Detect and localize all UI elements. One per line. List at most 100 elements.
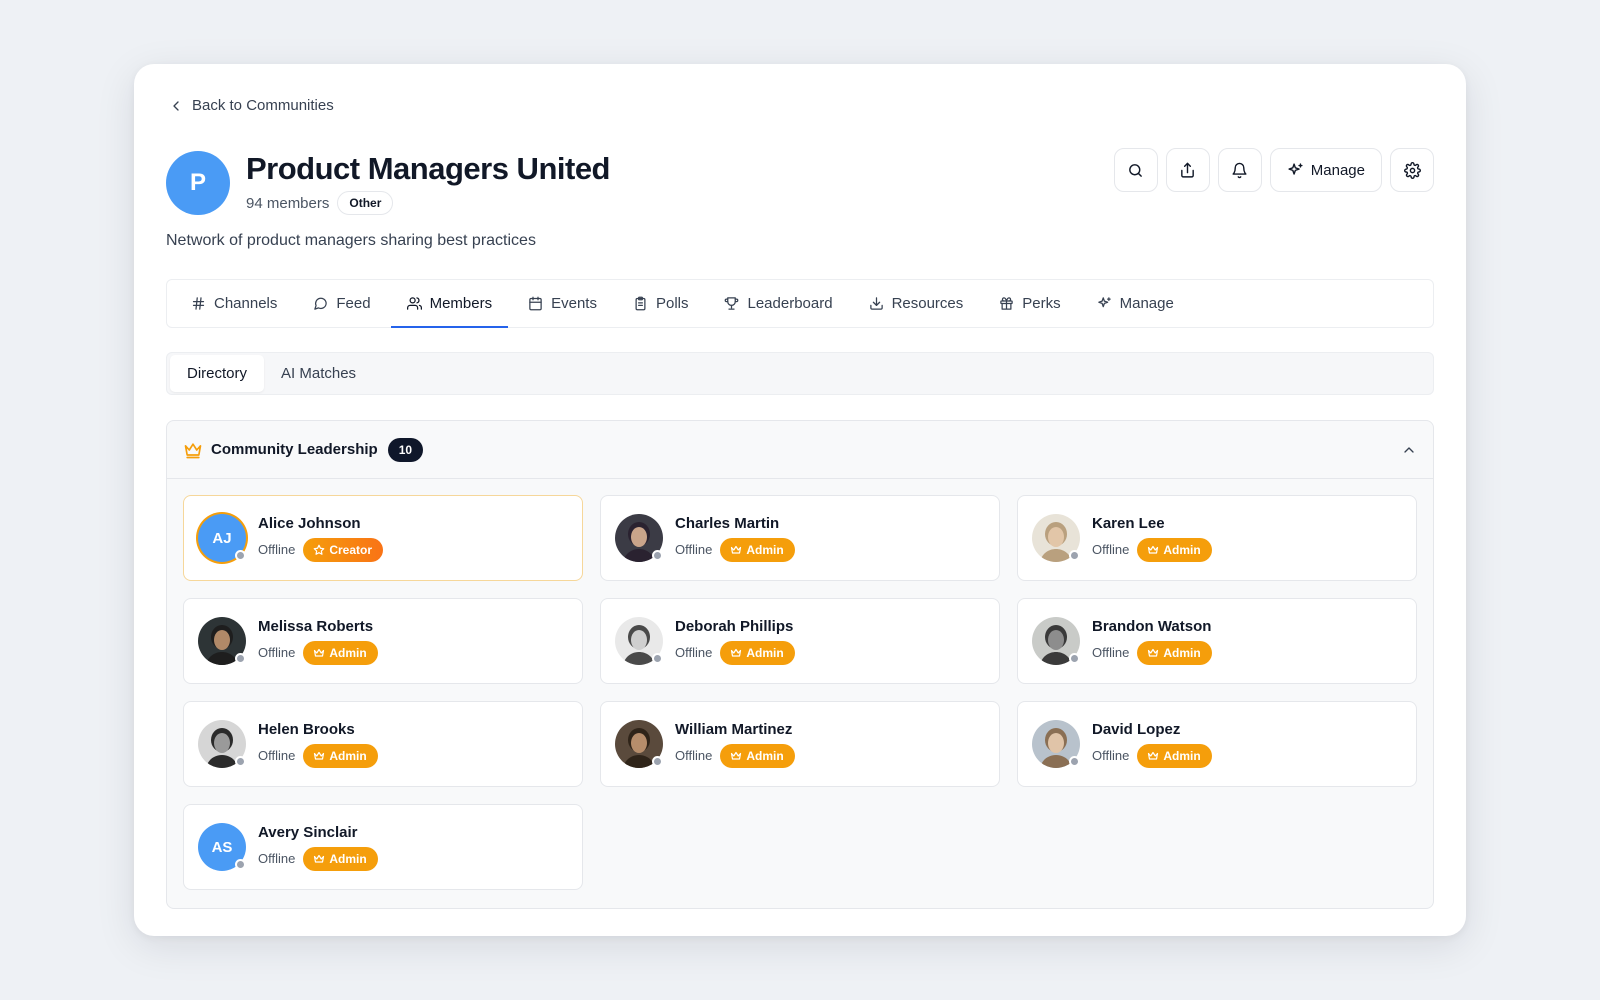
crown-icon	[1147, 750, 1159, 762]
role-label: Admin	[1163, 542, 1201, 557]
role-badge: Admin	[1137, 640, 1212, 665]
hash-icon	[191, 296, 206, 311]
role-badge: Admin	[303, 743, 378, 768]
role-label: Creator	[329, 542, 373, 557]
sparkles-icon	[1097, 296, 1112, 311]
member-name: Helen Brooks	[258, 720, 355, 738]
status-dot	[1069, 756, 1080, 767]
member-card[interactable]: Deborah Phillips Offline Admin	[600, 598, 1000, 684]
tab-manage[interactable]: Manage	[1079, 280, 1192, 327]
tab-perks[interactable]: Perks	[981, 280, 1078, 327]
member-status: Offline	[258, 851, 296, 866]
member-status: Offline	[258, 748, 296, 763]
sparkles-icon	[1287, 162, 1304, 179]
clipboard-icon	[633, 296, 648, 311]
notifications-button[interactable]	[1217, 148, 1262, 192]
member-status: Offline	[1092, 748, 1130, 763]
member-status: Offline	[258, 542, 296, 557]
tab-resources[interactable]: Resources	[851, 280, 982, 327]
tab-feed[interactable]: Feed	[295, 280, 388, 327]
role-badge: Admin	[720, 537, 795, 562]
crown-icon	[313, 750, 325, 762]
category-badge: Other	[337, 191, 394, 215]
role-label: Admin	[1163, 645, 1201, 660]
section-header[interactable]: Community Leadership 10	[167, 421, 1433, 479]
member-card[interactable]: AJ Alice Johnson Offline Creator	[183, 495, 583, 581]
trophy-icon	[724, 296, 739, 311]
header-actions: Manage	[1113, 148, 1434, 192]
tab-polls[interactable]: Polls	[615, 280, 707, 327]
page-title: Product Managers United	[246, 151, 611, 186]
member-card[interactable]: William Martinez Offline Admin	[600, 701, 1000, 787]
tab-leaderboard[interactable]: Leaderboard	[706, 280, 850, 327]
role-badge: Admin	[720, 640, 795, 665]
member-name: Charles Martin	[675, 514, 780, 532]
role-label: Admin	[746, 748, 784, 763]
community-tabs: Channels Feed Members Events Polls Leade…	[166, 279, 1434, 328]
tab-label: Polls	[655, 295, 689, 312]
member-card[interactable]: Karen Lee Offline Admin	[1017, 495, 1417, 581]
member-card[interactable]: Brandon Watson Offline Admin	[1017, 598, 1417, 684]
gift-icon	[999, 296, 1014, 311]
tab-label: Perks	[1022, 295, 1061, 312]
status-dot	[1069, 653, 1080, 664]
role-label: Admin	[329, 645, 367, 660]
tab-label: Channels	[214, 295, 278, 312]
crown-icon	[183, 440, 203, 460]
member-status: Offline	[1092, 645, 1130, 660]
share-icon	[1179, 162, 1196, 179]
member-status: Offline	[1092, 542, 1130, 557]
subtab-directory[interactable]: Directory	[170, 355, 265, 392]
status-dot	[235, 550, 246, 561]
share-button[interactable]	[1165, 148, 1210, 192]
status-dot	[235, 653, 246, 664]
member-status: Offline	[675, 748, 713, 763]
role-badge: Admin	[1137, 537, 1212, 562]
users-icon	[406, 296, 422, 311]
role-label: Admin	[746, 645, 784, 660]
role-badge: Admin	[1137, 743, 1212, 768]
manage-button[interactable]: Manage	[1269, 148, 1382, 192]
member-card[interactable]: David Lopez Offline Admin	[1017, 701, 1417, 787]
member-status: Offline	[258, 645, 296, 660]
community-page: Back to Communities P Product Managers U…	[134, 64, 1466, 936]
role-badge: Admin	[720, 743, 795, 768]
member-card[interactable]: Melissa Roberts Offline Admin	[183, 598, 583, 684]
crown-icon	[1147, 544, 1159, 556]
tab-label: Leaderboard	[747, 295, 833, 312]
crown-icon	[730, 647, 742, 659]
crown-icon	[1147, 647, 1159, 659]
calendar-icon	[528, 296, 543, 311]
member-name: Alice Johnson	[258, 514, 361, 532]
member-count: 94 members	[246, 194, 330, 212]
members-subtabs: Directory AI Matches	[166, 352, 1434, 395]
role-badge: Creator	[303, 537, 384, 562]
community-avatar: P	[166, 150, 230, 215]
community-leadership-section: Community Leadership 10 AJ Alice Johnson O…	[166, 420, 1434, 909]
bell-icon	[1231, 162, 1248, 179]
settings-button[interactable]	[1390, 148, 1434, 192]
back-link-label: Back to Communities	[192, 97, 334, 114]
member-card[interactable]: Helen Brooks Offline Admin	[183, 701, 583, 787]
chevron-up-icon[interactable]	[1401, 442, 1417, 458]
subtab-ai-matches[interactable]: AI Matches	[264, 355, 373, 392]
star-icon	[313, 544, 325, 556]
tab-channels[interactable]: Channels	[173, 280, 295, 327]
member-card[interactable]: AS Avery Sinclair Offline Admin	[183, 804, 583, 890]
tab-members[interactable]: Members	[389, 280, 511, 328]
download-icon	[869, 296, 884, 311]
member-status: Offline	[675, 645, 713, 660]
member-name: William Martinez	[675, 720, 793, 738]
status-dot	[652, 653, 663, 664]
search-button[interactable]	[1113, 148, 1158, 192]
community-header: P Product Managers United 94 members Oth…	[166, 150, 611, 215]
member-name: Avery Sinclair	[258, 823, 358, 841]
gear-icon	[1403, 161, 1421, 179]
member-card[interactable]: Charles Martin Offline Admin	[600, 495, 1000, 581]
tab-events[interactable]: Events	[510, 280, 615, 327]
status-dot	[652, 550, 663, 561]
tab-label: Resources	[891, 295, 964, 312]
back-to-communities-link[interactable]: Back to Communities	[168, 97, 334, 114]
role-label: Admin	[329, 748, 367, 763]
member-name: Karen Lee	[1092, 514, 1165, 532]
